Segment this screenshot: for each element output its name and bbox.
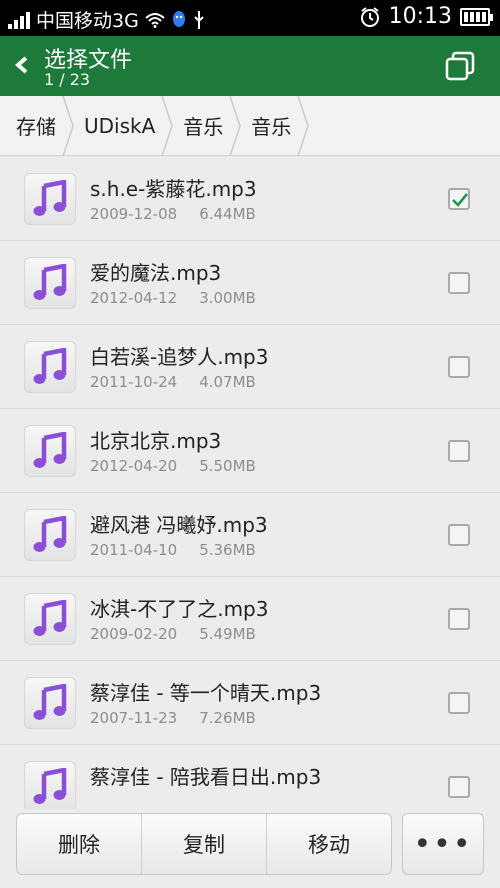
music-note-icon: [24, 341, 76, 393]
delete-button[interactable]: 删除: [17, 814, 142, 874]
file-size: 5.50MB: [199, 457, 256, 475]
file-row[interactable]: 蔡淳佳 - 陪我看日出.mp3: [0, 745, 500, 809]
breadcrumb-item-music[interactable]: 音乐: [167, 95, 242, 156]
wifi-icon: [145, 12, 165, 28]
selection-count: 1 / 23: [44, 70, 91, 89]
music-note-icon: [24, 173, 76, 225]
breadcrumb-item-udiska[interactable]: UDiskA: [68, 95, 174, 156]
action-bar: 删除 复制 移动 •••: [0, 809, 500, 888]
file-date: 2011-10-24: [90, 373, 178, 391]
file-date: 2009-12-08: [90, 205, 178, 223]
select-all-icon[interactable]: [444, 50, 476, 82]
file-row[interactable]: 爱的魔法.mp3 2012-04-12 3.00MB: [0, 241, 500, 325]
file-size: 6.44MB: [199, 205, 256, 223]
file-date: 2012-04-20: [90, 457, 178, 475]
file-name: 爱的魔法.mp3: [90, 261, 222, 285]
breadcrumb-item-music-current[interactable]: 音乐: [235, 95, 310, 156]
breadcrumb-separator-icon: [297, 95, 310, 156]
file-meta: 2011-04-10 5.36MB: [90, 541, 256, 559]
select-checkbox[interactable]: [448, 608, 470, 630]
music-note-icon: [24, 425, 76, 477]
clock: 10:13: [388, 4, 452, 29]
file-size: 7.26MB: [199, 709, 256, 727]
music-note-icon: [24, 593, 76, 645]
file-meta: 2007-11-23 7.26MB: [90, 709, 256, 727]
file-name: 白若溪-追梦人.mp3: [90, 345, 269, 369]
breadcrumb-label: 音乐: [251, 115, 292, 139]
qq-icon: [172, 10, 185, 27]
usb-icon: [194, 10, 204, 29]
copy-button[interactable]: 复制: [142, 814, 267, 874]
select-checkbox[interactable]: [448, 692, 470, 714]
file-meta: 2009-02-20 5.49MB: [90, 625, 256, 643]
file-meta: 2009-12-08 6.44MB: [90, 205, 256, 223]
file-date: 2007-11-23: [90, 709, 178, 727]
breadcrumb-label: 音乐: [183, 115, 224, 139]
checkmark-icon: [452, 193, 469, 207]
file-row[interactable]: 冰淇-不了了之.mp3 2009-02-20 5.49MB: [0, 577, 500, 661]
select-checkbox[interactable]: [448, 272, 470, 294]
file-size: 4.07MB: [199, 373, 256, 391]
file-size: 3.00MB: [199, 289, 256, 307]
select-checkbox[interactable]: [448, 524, 470, 546]
file-name: 北京北京.mp3: [90, 429, 222, 453]
select-checkbox[interactable]: [448, 356, 470, 378]
action-button-group: 删除 复制 移动: [16, 813, 392, 875]
file-date: 2012-04-12: [90, 289, 178, 307]
music-note-icon: [24, 257, 76, 309]
chevron-left-icon[interactable]: [12, 50, 34, 80]
file-row[interactable]: 北京北京.mp3 2012-04-20 5.50MB: [0, 409, 500, 493]
more-button[interactable]: •••: [402, 813, 484, 875]
breadcrumb-label: UDiskA: [84, 113, 156, 138]
alarm-icon: [360, 6, 379, 27]
file-list[interactable]: s.h.e-紫藤花.mp3 2009-12-08 6.44MB 爱的魔法.mp3 …: [0, 157, 500, 809]
file-name: 冰淇-不了了之.mp3: [90, 597, 269, 621]
breadcrumb-item-storage[interactable]: 存储: [0, 95, 74, 156]
breadcrumb: 存储 UDiskA 音乐 音乐: [0, 95, 500, 156]
move-button[interactable]: 移动: [267, 814, 391, 874]
file-date: 2009-02-20: [90, 625, 178, 643]
file-meta: 2012-04-12 3.00MB: [90, 289, 256, 307]
select-checkbox[interactable]: [448, 440, 470, 462]
file-row[interactable]: 白若溪-追梦人.mp3 2011-10-24 4.07MB: [0, 325, 500, 409]
signal-icon: [8, 11, 30, 29]
music-note-icon: [24, 509, 76, 561]
file-meta: [90, 793, 112, 809]
status-left: 中国移动3G: [8, 6, 205, 33]
select-checkbox[interactable]: [448, 776, 470, 798]
file-size: 5.49MB: [199, 625, 256, 643]
music-note-icon: [24, 761, 76, 809]
file-name: 避风港 冯曦妤.mp3: [90, 513, 268, 537]
file-name: 蔡淳佳 - 陪我看日出.mp3: [90, 765, 322, 789]
status-right: 10:13: [359, 4, 493, 29]
breadcrumb-label: 存储: [16, 115, 56, 139]
file-name: s.h.e-紫藤花.mp3: [90, 177, 257, 201]
file-size: 5.36MB: [199, 541, 256, 559]
select-checkbox-checked[interactable]: [448, 188, 470, 210]
title-bar: 选择文件 1 / 23: [0, 36, 500, 96]
file-row[interactable]: 蔡淳佳 - 等一个晴天.mp3 2007-11-23 7.26MB: [0, 661, 500, 745]
file-date: 2011-04-10: [90, 541, 178, 559]
music-note-icon: [24, 677, 76, 729]
file-name: 蔡淳佳 - 等一个晴天.mp3: [90, 681, 322, 705]
battery-icon: [460, 7, 493, 26]
carrier-label: 中国移动3G: [36, 10, 139, 32]
file-meta: 2011-10-24 4.07MB: [90, 373, 256, 391]
file-meta: 2012-04-20 5.50MB: [90, 457, 256, 475]
file-row[interactable]: s.h.e-紫藤花.mp3 2009-12-08 6.44MB: [0, 157, 500, 241]
file-row[interactable]: 避风港 冯曦妤.mp3 2011-04-10 5.36MB: [0, 493, 500, 577]
status-bar: 中国移动3G 10:13: [0, 0, 500, 36]
